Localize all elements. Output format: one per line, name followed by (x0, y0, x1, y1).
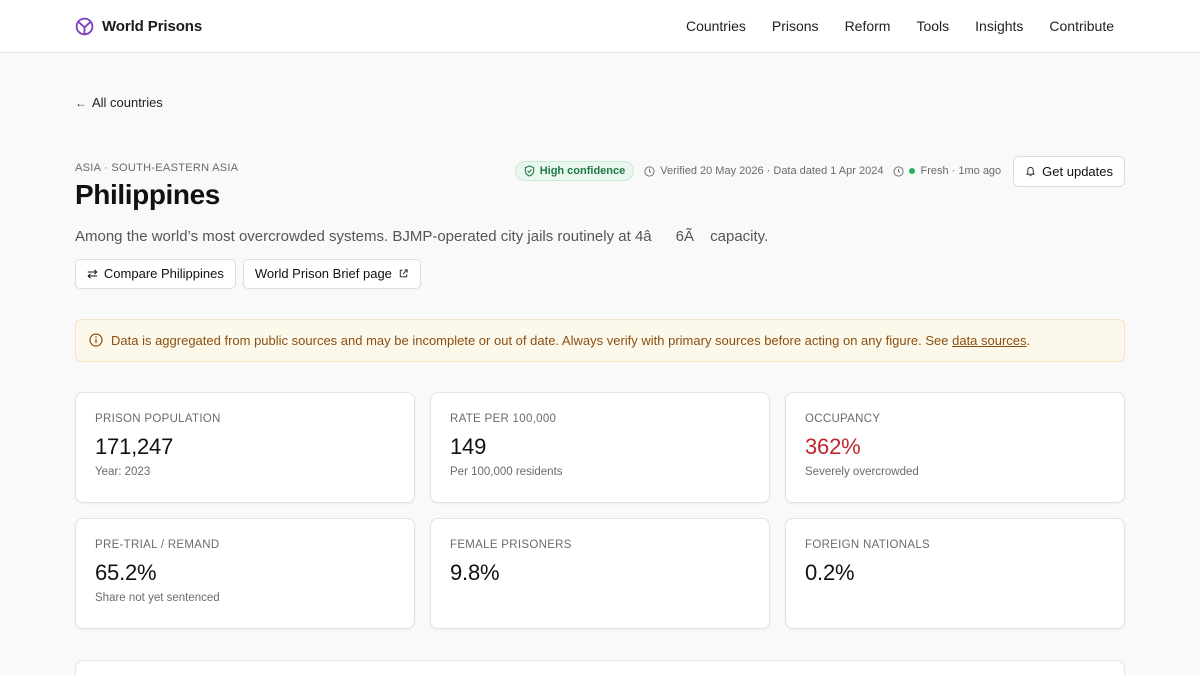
globe-logo-icon (75, 17, 94, 36)
brand-logo-link[interactable]: World Prisons (75, 17, 202, 36)
get-updates-button[interactable]: Get updates (1013, 155, 1125, 187)
stat-card-female: FEMALE PRISONERS 9.8% (430, 517, 770, 629)
confidence-badge: High confidence (514, 161, 635, 181)
shield-check-icon (524, 165, 535, 177)
nav-contribute[interactable]: Contribute (1049, 18, 1114, 34)
fresh-status-dot (909, 168, 916, 174)
stat-label: OCCUPANCY (805, 412, 881, 425)
disclaimer-end: . (1026, 332, 1031, 348)
stat-sub: Per 100,000 residents (450, 465, 563, 478)
data-disclaimer-banner: Data is aggregated from public sources a… (75, 318, 1125, 362)
disclaimer-body: Data is aggregated from public sources a… (111, 332, 953, 348)
clock-icon (644, 165, 655, 177)
main-content: ← All countries ASIA · SOUTH-EASTERN ASI… (0, 53, 1200, 675)
info-icon (89, 333, 103, 347)
nav-tools[interactable]: Tools (916, 18, 949, 34)
compare-button[interactable]: ⇄ Compare Philippines (75, 258, 236, 289)
stat-card-occupancy: OCCUPANCY 362% Severely overcrowded (785, 391, 1125, 503)
data-meta: High confidence Verified 20 May 2026 · D… (514, 155, 1125, 187)
stat-value: 149 (450, 433, 487, 459)
freshness-text: Fresh · 1mo ago (920, 165, 1002, 177)
verified-text: Verified 20 May 2026 · Data dated 1 Apr … (660, 165, 884, 177)
back-to-countries-link[interactable]: ← All countries (75, 95, 163, 110)
disclaimer-text: Data is aggregated from public sources a… (111, 333, 1030, 348)
nav-countries[interactable]: Countries (686, 18, 746, 34)
stat-label: RATE PER 100,000 (450, 412, 557, 425)
country-summary: Among the world’s most overcrowded syste… (75, 227, 769, 245)
compare-label: Compare Philippines (103, 266, 224, 281)
world-prison-brief-link[interactable]: World Prison Brief page (242, 258, 421, 289)
stat-card-rate: RATE PER 100,000 149 Per 100,000 residen… (430, 391, 770, 503)
freshness-info: Fresh · 1mo ago (893, 165, 1001, 177)
stat-label: FEMALE PRISONERS (450, 538, 572, 551)
stat-sub: Share not yet sentenced (95, 591, 220, 604)
stat-label: PRE-TRIAL / REMAND (95, 538, 220, 551)
arrow-left-icon: ← (75, 95, 87, 110)
back-link-label: All countries (92, 95, 163, 110)
external-link-icon (398, 268, 409, 279)
stat-sub: Severely overcrowded (805, 465, 919, 478)
stat-label: PRISON POPULATION (95, 412, 221, 425)
stat-label: FOREIGN NATIONALS (805, 538, 931, 551)
clock-icon (893, 165, 905, 177)
stat-value: 0.2% (805, 559, 855, 585)
swap-arrows-icon: ⇄ (87, 265, 98, 281)
lower-panel: 32 (75, 659, 1125, 675)
get-updates-label: Get updates (1042, 163, 1113, 179)
stat-sub: Year: 2023 (95, 465, 151, 478)
stat-card-pretrial: PRE-TRIAL / REMAND 65.2% Share not yet s… (75, 517, 415, 629)
main-nav: Countries Prisons Reform Tools Insights … (686, 18, 1114, 34)
bell-icon (1025, 165, 1036, 177)
country-header: ASIA · SOUTH-EASTERN ASIA Philippines Hi… (75, 155, 1125, 210)
stat-value: 65.2% (95, 559, 157, 585)
brand-name: World Prisons (102, 17, 203, 35)
stat-value: 171,247 (95, 433, 174, 459)
stat-value: 362% (805, 433, 861, 459)
top-navigation-bar: World Prisons Countries Prisons Reform T… (0, 0, 1200, 53)
stat-value: 9.8% (450, 559, 500, 585)
verified-info: Verified 20 May 2026 · Data dated 1 Apr … (644, 165, 883, 177)
wpb-label: World Prison Brief page (254, 266, 392, 281)
confidence-label: High confidence (539, 165, 626, 177)
nav-insights[interactable]: Insights (975, 18, 1023, 34)
data-sources-link[interactable]: data sources (952, 333, 1026, 348)
nav-prisons[interactable]: Prisons (772, 18, 819, 34)
stat-card-prison-population: PRISON POPULATION 171,247 Year: 2023 (75, 391, 415, 503)
stat-card-foreign: FOREIGN NATIONALS 0.2% (785, 517, 1125, 629)
stats-grid: PRISON POPULATION 171,247 Year: 2023 RAT… (75, 391, 1125, 629)
nav-reform[interactable]: Reform (845, 18, 891, 34)
action-row: ⇄ Compare Philippines World Prison Brief… (75, 258, 1125, 289)
